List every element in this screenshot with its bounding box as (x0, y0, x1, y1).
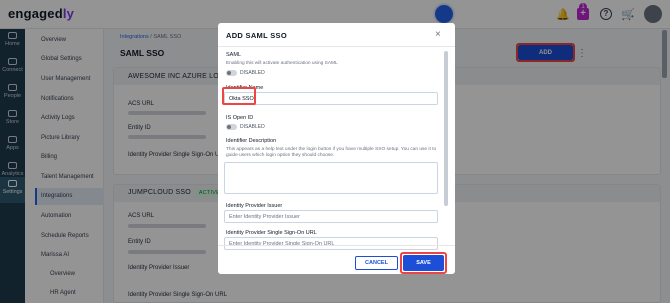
identifier-description-textarea[interactable] (224, 162, 438, 194)
issuer-label: Identity Provider Issuer (226, 203, 283, 209)
sso-url-input[interactable] (224, 237, 438, 250)
close-icon[interactable]: × (435, 29, 441, 40)
issuer-input[interactable] (224, 210, 438, 223)
is-open-id-label: IS Open ID (226, 115, 254, 121)
identifier-name-highlight (222, 87, 256, 105)
modal-footer-divider (218, 245, 455, 246)
open-id-toggle[interactable] (226, 124, 237, 130)
identifier-description-label: Identifier Description (226, 138, 277, 144)
modal-divider (218, 46, 455, 47)
sso-url-label: Identity Provider Single Sign-On URL (226, 230, 317, 236)
add-saml-sso-modal: ADD SAML SSO × SAML Enabling this will a… (218, 23, 455, 274)
modal-scrollbar[interactable] (444, 51, 448, 206)
saml-toggle[interactable] (226, 70, 237, 76)
modal-title: ADD SAML SSO (226, 31, 287, 40)
cancel-button[interactable]: CANCEL (355, 256, 398, 270)
open-id-toggle-state: DISABLED (240, 124, 265, 130)
saml-help-text: Enabling this will activate authenticati… (226, 61, 338, 66)
saml-label: SAML (226, 52, 241, 58)
saml-toggle-state: DISABLED (240, 70, 265, 76)
identifier-name-input[interactable] (224, 92, 438, 105)
identifier-description-help: This appears as a help text under the lo… (226, 147, 437, 158)
save-button[interactable]: SAVE (403, 255, 444, 271)
